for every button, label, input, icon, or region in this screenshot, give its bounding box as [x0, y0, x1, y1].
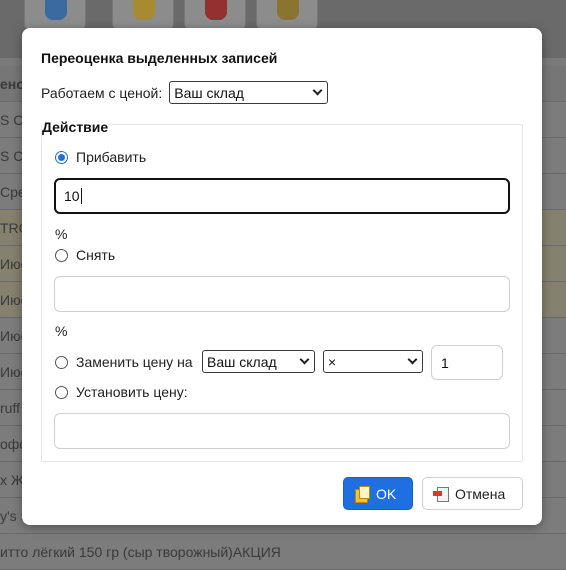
add-input-value: 10	[64, 188, 80, 204]
cancel-button[interactable]: Отмена	[422, 477, 523, 510]
replace-option[interactable]: Заменить цену на	[55, 354, 193, 370]
replace-factor-input[interactable]: 1	[431, 345, 503, 380]
subtract-label: Снять	[76, 247, 116, 263]
set-price-radio[interactable]	[55, 385, 68, 399]
confirm-icon	[354, 485, 370, 503]
toolbar-button-2	[112, 0, 174, 30]
add-label: Прибавить	[76, 149, 147, 165]
document-icon	[277, 0, 299, 20]
replace-operator-value: ×	[328, 353, 337, 370]
chevron-down-icon	[299, 354, 310, 365]
replace-operator-select[interactable]: ×	[323, 350, 423, 373]
replace-factor-value: 1	[441, 354, 449, 371]
add-radio[interactable]	[55, 150, 68, 164]
chevron-down-icon	[312, 85, 323, 96]
subtract-radio[interactable]	[55, 248, 68, 262]
price-label: Работаем с ценой:	[41, 84, 163, 101]
set-price-option[interactable]: Установить цену:	[55, 384, 188, 400]
subtract-unit: %	[55, 323, 68, 339]
cancel-button-label: Отмена	[455, 485, 506, 502]
price-select[interactable]: Ваш склад	[169, 81, 329, 104]
add-input[interactable]: 10	[54, 178, 510, 214]
set-price-label: Установить цену:	[76, 384, 188, 400]
folder-icon	[45, 0, 67, 20]
price-row: Работаем с ценой: Ваш склад	[41, 81, 329, 104]
toolbar-button-4	[256, 0, 318, 30]
action-legend: Действие	[42, 119, 109, 135]
funnel-icon	[133, 0, 155, 20]
replace-price-select-value: Ваш склад	[207, 353, 277, 370]
dialog-title: Переоценка выделенных записей	[41, 50, 278, 66]
reprice-dialog: Переоценка выделенных записей Работаем с…	[22, 28, 542, 525]
price-select-value: Ваш склад	[174, 84, 244, 101]
exit-icon	[433, 486, 449, 502]
table-row: итто лёгкий 150 гр (сыр творожный)АКЦИЯ	[0, 534, 566, 570]
add-unit: %	[55, 226, 68, 242]
subtract-input[interactable]	[54, 276, 510, 312]
replace-label: Заменить цену на	[76, 354, 193, 370]
ok-button[interactable]: OK	[343, 477, 413, 510]
subtract-option[interactable]: Снять	[55, 247, 115, 263]
ok-button-label: OK	[376, 485, 397, 502]
set-price-input[interactable]	[54, 413, 510, 449]
text-caret	[80, 188, 82, 204]
toolbar-button-3	[184, 0, 246, 30]
toolbar-button-1	[24, 0, 86, 30]
replace-price-select[interactable]: Ваш склад	[202, 350, 315, 373]
chevron-down-icon	[407, 354, 418, 365]
replace-radio[interactable]	[55, 355, 68, 369]
add-option[interactable]: Прибавить	[55, 149, 146, 165]
box-icon	[205, 0, 227, 20]
